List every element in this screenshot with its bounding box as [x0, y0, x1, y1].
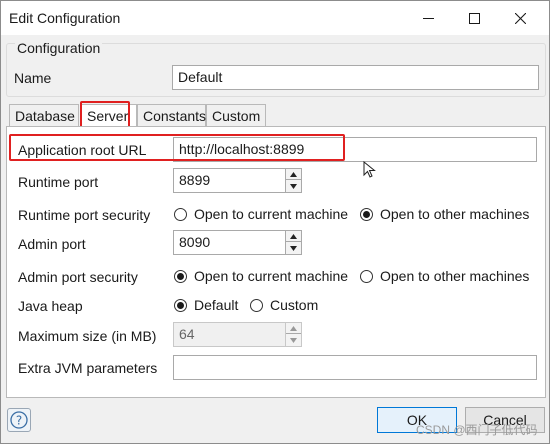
runtime-port-spin-buttons [285, 169, 301, 192]
extra-jvm-field[interactable] [173, 355, 537, 380]
triangle-down-icon [290, 246, 297, 251]
runtime-port-security-label: Runtime port security [18, 207, 151, 223]
max-size-spinner: 64 [173, 322, 302, 347]
extra-jvm-label: Extra JVM parameters [18, 360, 158, 376]
admin-port-spinner[interactable]: 8090 [173, 230, 302, 255]
tab-custom[interactable]: Custom [206, 104, 266, 127]
watermark: CSDN @西门子低代码 [416, 423, 538, 437]
runtime-port-spinner[interactable]: 8899 [173, 168, 302, 193]
runtime-port-value: 8899 [179, 172, 211, 188]
admin-port-decrement[interactable] [286, 243, 301, 254]
runtime-security-other-radio[interactable]: Open to other machines [360, 206, 529, 222]
edit-configuration-dialog: Edit Configuration Configuration Name De… [0, 0, 550, 444]
svg-text:?: ? [16, 414, 22, 428]
admin-port-increment[interactable] [286, 231, 301, 242]
java-heap-custom-radio[interactable]: Custom [250, 297, 318, 313]
admin-port-security-label: Admin port security [18, 269, 138, 285]
java-heap-custom-label: Custom [270, 297, 319, 313]
configuration-legend: Configuration [15, 40, 103, 56]
name-field[interactable]: Default [172, 65, 539, 90]
java-heap-default-label: Default [194, 297, 239, 313]
minimize-icon [422, 17, 434, 19]
radio-circle-selected [174, 298, 187, 312]
app-root-url-highlight [9, 134, 345, 161]
radio-circle-selected [174, 269, 187, 283]
triangle-up-icon [290, 171, 297, 177]
max-size-spin-buttons [285, 323, 301, 346]
runtime-port-increment[interactable] [286, 169, 301, 180]
help-icon: ? [10, 411, 28, 429]
max-size-increment [286, 323, 301, 334]
window-title: Edit Configuration [9, 10, 121, 26]
tab-constants[interactable]: Constants [137, 104, 206, 127]
maximize-icon [468, 12, 480, 24]
admin-security-current-label: Open to current machine [194, 268, 349, 284]
triangle-up-icon [290, 325, 297, 331]
java-heap-default-radio[interactable]: Default [174, 297, 238, 313]
runtime-security-other-label: Open to other machines [380, 206, 530, 222]
admin-security-other-radio[interactable]: Open to other machines [360, 268, 529, 284]
mouse-cursor-icon [363, 161, 376, 178]
runtime-security-current-radio[interactable]: Open to current machine [174, 206, 348, 222]
admin-security-current-radio[interactable]: Open to current machine [174, 268, 348, 284]
close-icon [514, 12, 526, 24]
tab-database[interactable]: Database [9, 104, 79, 127]
name-label: Name [14, 70, 52, 86]
minimize-button[interactable] [405, 1, 451, 35]
runtime-security-current-label: Open to current machine [194, 206, 349, 222]
max-size-decrement [286, 335, 301, 346]
admin-security-other-label: Open to other machines [380, 268, 530, 284]
triangle-down-icon [290, 184, 297, 189]
max-size-label: Maximum size (in MB) [18, 328, 157, 344]
radio-circle [360, 269, 373, 283]
max-size-value: 64 [179, 326, 195, 342]
triangle-up-icon [290, 233, 297, 239]
close-button[interactable] [497, 1, 543, 35]
admin-port-label: Admin port [18, 236, 86, 252]
radio-circle-selected [360, 207, 373, 221]
admin-port-spin-buttons [285, 231, 301, 254]
runtime-port-decrement[interactable] [286, 181, 301, 192]
radio-circle [250, 298, 263, 312]
title-bar: Edit Configuration [1, 1, 549, 35]
maximize-button[interactable] [451, 1, 497, 35]
server-tab-highlight [80, 101, 130, 128]
admin-port-value: 8090 [179, 234, 211, 250]
help-button[interactable]: ? [7, 408, 31, 432]
triangle-down-icon [290, 338, 297, 343]
java-heap-label: Java heap [18, 298, 83, 314]
runtime-port-label: Runtime port [18, 174, 99, 190]
radio-circle [174, 207, 187, 221]
